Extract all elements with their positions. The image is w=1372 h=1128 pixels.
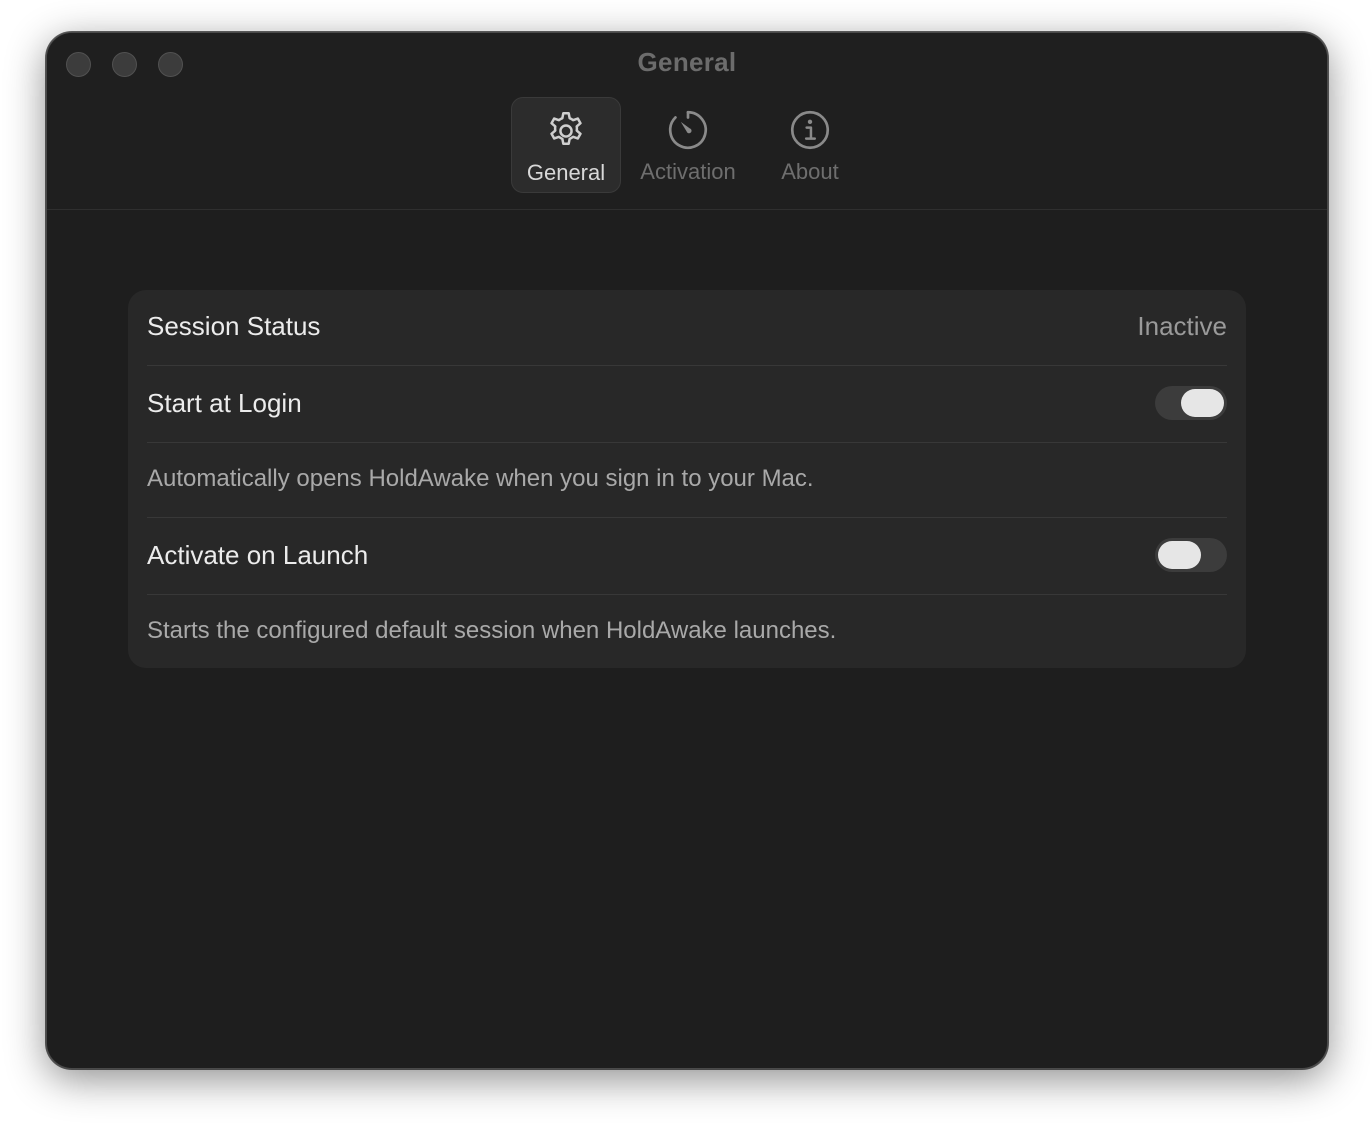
divider — [147, 517, 1227, 518]
info-icon — [790, 110, 830, 150]
session-status-row: Session Status Inactive — [147, 308, 1227, 344]
activate-on-launch-description-row: Starts the configured default session wh… — [147, 614, 1227, 648]
activate-on-launch-row: Activate on Launch — [147, 537, 1227, 573]
session-status-label: Session Status — [147, 310, 321, 341]
window-title: General — [637, 47, 737, 77]
start-at-login-label: Start at Login — [147, 387, 302, 418]
tab-about[interactable]: About — [755, 97, 865, 193]
divider — [147, 442, 1227, 443]
start-at-login-row: Start at Login — [147, 385, 1227, 421]
divider — [147, 594, 1227, 595]
session-status-value: Inactive — [1137, 310, 1227, 341]
tab-activation-label: Activation — [640, 159, 736, 184]
tab-activation[interactable]: Activation — [633, 97, 743, 193]
settings-window: General General Activation About Session… — [46, 32, 1328, 1069]
tab-about-label: About — [781, 159, 839, 184]
tab-general-label: General — [526, 160, 606, 185]
toolbar: General General Activation About — [47, 33, 1327, 210]
general-settings-card: Session Status Inactive Start at Login A… — [128, 290, 1246, 668]
toggle-knob — [1181, 389, 1224, 417]
gear-icon — [550, 112, 582, 145]
start-at-login-description-row: Automatically opens HoldAwake when you s… — [147, 462, 1227, 496]
preferences-tabs: General Activation About — [511, 97, 877, 193]
start-at-login-toggle[interactable] — [1155, 386, 1227, 420]
activate-on-launch-label: Activate on Launch — [147, 539, 369, 570]
activate-on-launch-toggle[interactable] — [1155, 538, 1227, 572]
tab-general[interactable]: General — [511, 97, 621, 193]
toggle-knob — [1158, 541, 1201, 569]
activate-on-launch-description: Starts the configured default session wh… — [147, 617, 837, 644]
divider — [147, 365, 1227, 366]
start-at-login-description: Automatically opens HoldAwake when you s… — [147, 465, 814, 492]
timer-icon — [668, 110, 708, 150]
